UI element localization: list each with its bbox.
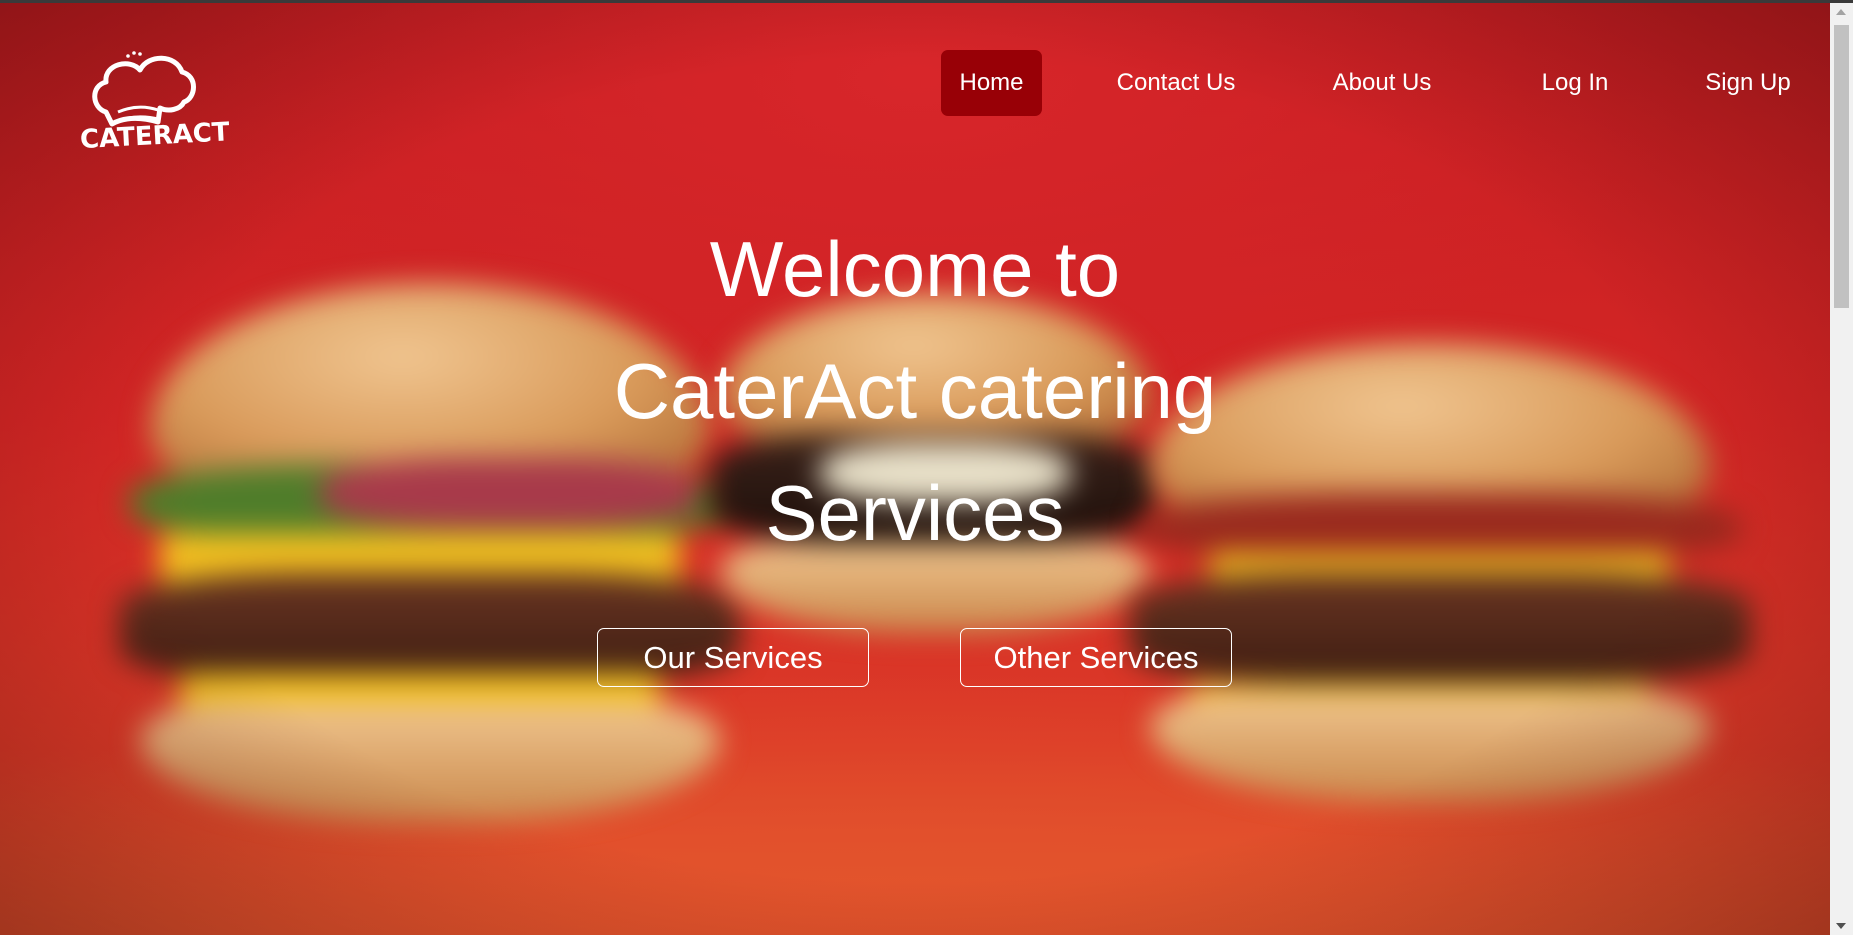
nav-sign-up-link[interactable]: Sign Up <box>1693 50 1803 116</box>
nav-log-in-link[interactable]: Log In <box>1525 50 1625 116</box>
nav-contact-us-link[interactable]: Contact Us <box>1111 50 1241 116</box>
page: CATERACT Home Contact Us About Us Log In… <box>0 0 1853 935</box>
our-services-button[interactable]: Our Services <box>597 628 869 687</box>
hero-headline-line-3: Services <box>765 469 1065 557</box>
hero-headline-line-2: CaterAct catering <box>613 347 1217 435</box>
scroll-up-arrow-icon[interactable] <box>1836 9 1846 15</box>
vertical-scrollbar[interactable] <box>1830 3 1853 935</box>
chef-hat-icon <box>92 51 196 127</box>
other-services-button[interactable]: Other Services <box>960 628 1232 687</box>
nav-home-link[interactable]: Home <box>941 50 1042 116</box>
nav-about-us-link[interactable]: About Us <box>1327 50 1437 116</box>
logo-wordmark: CATERACT <box>79 117 231 156</box>
cateract-logo[interactable]: CATERACT <box>78 50 231 160</box>
window-top-border <box>0 0 1853 3</box>
scroll-down-arrow-icon[interactable] <box>1836 923 1846 929</box>
hero-headline: Welcome to CaterAct catering Services <box>480 208 1350 574</box>
hero-headline-line-1: Welcome to <box>709 225 1121 313</box>
scrollbar-thumb[interactable] <box>1834 25 1849 308</box>
